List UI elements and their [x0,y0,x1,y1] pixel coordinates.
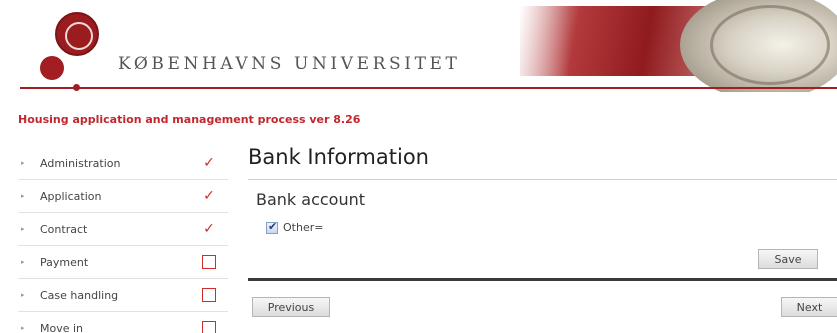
sidebar-item-label: Application [40,189,102,203]
bullet-icon: ▸ [21,291,25,299]
form-footer-divider [248,278,837,281]
checkmark-icon: ✓ [203,155,215,171]
empty-box-icon [202,255,216,269]
header-banner-image [430,0,837,92]
header-divider [20,87,837,89]
next-button[interactable]: Next [781,297,837,317]
bullet-icon: ▸ [21,159,25,167]
bullet-icon: ▸ [21,324,25,332]
university-seal-logo [55,12,99,56]
sidebar-item-label: Move in [40,321,84,333]
sidebar-item-label: Case handling [40,288,119,302]
sidebar-item-administration[interactable]: ▸ Administration ✓ [18,147,228,180]
empty-box-icon [202,321,216,333]
section-title: Bank account [256,190,366,209]
site-header: KØBENHAVNS UNIVERSITET [0,0,837,96]
checkbox-label: Other= [283,221,324,234]
sidebar-item-case-handling[interactable]: ▸ Case handling [18,279,228,312]
sidebar-item-payment[interactable]: ▸ Payment [18,246,228,279]
save-button[interactable]: Save [758,249,818,269]
bullet-icon: ▸ [21,225,25,233]
empty-box-icon [202,288,216,302]
checkmark-icon: ✓ [203,221,215,237]
sidebar-item-label: Payment [40,255,89,269]
title-divider [248,179,837,180]
process-steps-sidebar: ▸ Administration ✓ ▸ Application ✓ ▸ Con… [18,147,228,333]
bullet-icon: ▸ [21,192,25,200]
other-checkbox-row: Other= [266,220,324,234]
sidebar-item-contract[interactable]: ▸ Contract ✓ [18,213,228,246]
sidebar-item-move-in[interactable]: ▸ Move in [18,312,228,333]
process-title: Housing application and management proce… [18,113,361,126]
bullet-icon: ▸ [21,258,25,266]
sidebar-item-label: Administration [40,156,121,170]
previous-button[interactable]: Previous [252,297,330,317]
page-title: Bank Information [248,145,429,169]
sidebar-item-application[interactable]: ▸ Application ✓ [18,180,228,213]
sidebar-item-label: Contract [40,222,88,236]
logo-red-dot [40,56,64,80]
university-name: KØBENHAVNS UNIVERSITET [118,54,461,74]
other-checkbox[interactable] [266,220,278,234]
checkmark-icon: ✓ [203,188,215,204]
